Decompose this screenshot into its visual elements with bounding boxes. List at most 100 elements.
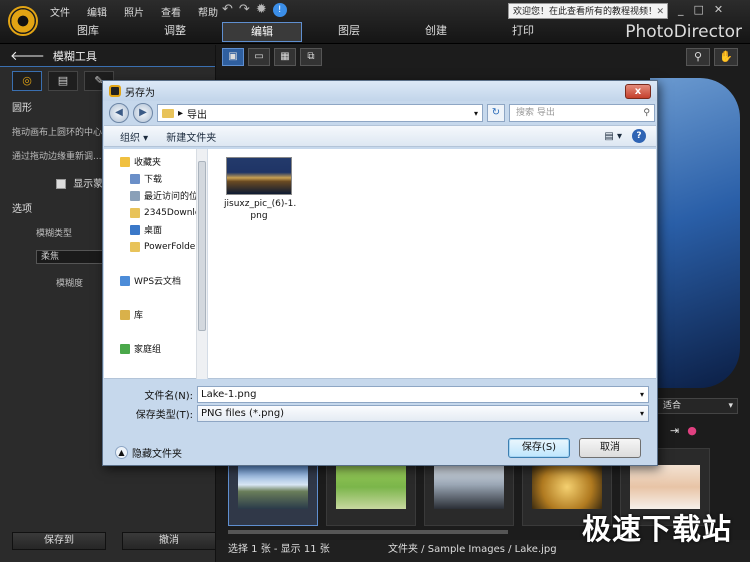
undo-icon[interactable]: ↶ — [222, 2, 233, 17]
redo-icon[interactable]: ↷ — [239, 2, 250, 17]
lake-photo — [238, 465, 308, 509]
hand-tool-icon[interactable]: ✋ — [714, 48, 738, 66]
filmstrip-tools: ⇥ ● — [670, 424, 697, 437]
site-watermark: 极速下载站 — [581, 512, 732, 546]
color-label-icon[interactable]: ● — [687, 424, 697, 437]
blur-type-select[interactable]: 柔焦 — [36, 250, 106, 264]
window-controls: _ □ ✕ — [678, 3, 723, 16]
notification-icon[interactable]: ! — [272, 2, 287, 17]
single-view-icon[interactable]: ▣ — [222, 48, 244, 66]
chevron-down-icon[interactable]: ▾ — [640, 406, 644, 421]
desktop-icon — [130, 224, 140, 235]
nav-item[interactable]: 下载 — [104, 170, 207, 187]
filmstrip-scrollbar[interactable] — [228, 530, 508, 534]
filename-label: 文件名(N): — [144, 390, 193, 402]
chevron-down-icon[interactable]: ▾ — [474, 109, 478, 118]
minimize-button[interactable]: _ — [678, 3, 684, 16]
tab-create[interactable]: 创建 — [396, 22, 476, 42]
nav-item-label: WPS云文档 — [134, 277, 182, 287]
nav-item[interactable]: 2345Downlo — [104, 204, 207, 221]
nav-item[interactable]: WPS云文档 — [104, 272, 207, 289]
dialog-close-button[interactable]: x — [625, 84, 651, 99]
chevron-down-icon: ▾ — [728, 401, 733, 411]
new-folder-button[interactable]: 新建文件夹 — [166, 129, 216, 144]
help-icon[interactable]: ? — [632, 129, 646, 143]
address-row: ◀ ▶ ▸ 导出 ▾ ↻ 搜索 导出 ⚲ — [103, 101, 657, 125]
app-icon — [109, 85, 121, 97]
photodirector-logo-icon — [8, 6, 38, 36]
organize-button[interactable]: 组织 ▾ — [120, 129, 148, 144]
scroll-thumb[interactable] — [198, 161, 206, 331]
zoom-tools: ⚲ ✋ — [686, 48, 738, 66]
nav-scrollbar[interactable] — [196, 149, 207, 379]
export-icon[interactable]: ⇥ — [670, 424, 679, 437]
tab-layers[interactable]: 图层 — [309, 22, 389, 42]
filetype-select[interactable]: PNG files (*.png) ▾ — [197, 404, 649, 422]
nav-item-label: 下载 — [144, 175, 163, 185]
grid-view-icon[interactable]: ▦ — [274, 48, 296, 66]
tab-adjust[interactable]: 调整 — [135, 22, 215, 42]
screen-view-icon[interactable]: ⧉ — [300, 48, 322, 66]
cloud-icon — [120, 275, 130, 286]
folder-icon — [130, 241, 140, 252]
zoom-icon[interactable]: ⚲ — [686, 48, 710, 66]
welcome-banner[interactable]: 欢迎您！在此查看所有的教程视频！ ✕ — [508, 3, 668, 19]
photo-preview[interactable] — [650, 78, 740, 388]
menu-edit[interactable]: 编辑 — [87, 4, 107, 19]
beach-photo — [434, 465, 504, 509]
tab-library[interactable]: 图库 — [48, 22, 128, 42]
back-icon[interactable]: ◀ — [109, 103, 129, 123]
filetype-label: 保存类型(T): — [135, 409, 193, 421]
address-bar[interactable]: ▸ 导出 ▾ — [157, 104, 483, 122]
file-path: 文件夹 / Sample Images / Lake.jpg — [388, 544, 557, 555]
tab-print[interactable]: 打印 — [483, 22, 563, 42]
menu-file[interactable]: 文件 — [50, 4, 70, 19]
file-name: jisuxz_pic_(6)-1. — [224, 199, 297, 209]
chevron-down-icon[interactable]: ▾ — [640, 387, 644, 402]
welcome-text: 欢迎您！在此查看所有的教程视频！ — [513, 7, 658, 17]
tab-edit[interactable]: 编辑 — [222, 22, 302, 42]
menu-view[interactable]: 查看 — [161, 4, 181, 19]
nav-item[interactable]: 桌面 — [104, 221, 207, 238]
cancel-button[interactable]: 取消 — [579, 438, 641, 458]
nav-item[interactable]: 库 — [104, 306, 207, 323]
radial-blur-tab-icon[interactable]: ◎ — [12, 71, 42, 91]
cancel-edit-button[interactable]: 撤消 — [122, 532, 216, 550]
search-input[interactable]: 搜索 导出 ⚲ — [509, 104, 655, 122]
menu-help[interactable]: 帮助 — [198, 4, 218, 19]
view-options-icon[interactable]: ▤ ▾ — [604, 131, 622, 142]
compare-view-icon[interactable]: ▭ — [248, 48, 270, 66]
search-placeholder: 搜索 导出 — [516, 108, 555, 118]
save-to-button[interactable]: 保存到 — [12, 532, 106, 550]
hide-folders-toggle[interactable]: ▲ 隐藏文件夹 — [115, 445, 182, 460]
nav-item[interactable]: 收藏夹 — [104, 153, 207, 170]
save-button[interactable]: 保存(S) — [508, 438, 570, 458]
nav-item[interactable]: PowerFolde — [104, 238, 207, 255]
close-icon[interactable]: ✕ — [656, 4, 664, 20]
fit-label: 适合 — [663, 401, 682, 411]
file-item[interactable]: jisuxz_pic_(6)-1. png — [224, 157, 297, 222]
nav-item-label: 库 — [134, 311, 144, 321]
nav-item-label: 家庭组 — [134, 345, 162, 355]
view-controls: ▤ ▾ ? — [604, 129, 646, 143]
command-bar: 组织 ▾ 新建文件夹 ▤ ▾ ? — [104, 125, 656, 147]
menu-photo[interactable]: 照片 — [124, 4, 144, 19]
zoom-fit-select[interactable]: 适合 ▾ — [656, 398, 738, 414]
maximize-button[interactable]: □ — [694, 3, 704, 16]
linear-blur-tab-icon[interactable]: ▤ — [48, 71, 78, 91]
nav-item[interactable]: 最近访问的位 — [104, 187, 207, 204]
homegroup-icon — [120, 343, 130, 354]
nav-item[interactable]: 家庭组 — [104, 340, 207, 357]
panel-header: 🡐 模糊工具 — [0, 45, 215, 67]
filename-input[interactable]: Lake-1.png ▾ — [197, 385, 649, 403]
back-arrow-icon[interactable]: 🡐 — [10, 48, 45, 64]
filetype-value: PNG files (*.png) — [201, 407, 285, 419]
window-close-button[interactable]: ✕ — [714, 3, 723, 16]
nav-item-label: 桌面 — [144, 226, 163, 236]
star-icon — [120, 156, 130, 167]
forward-icon[interactable]: ▶ — [133, 103, 153, 123]
refresh-icon[interactable]: ↻ — [487, 104, 505, 122]
portrait-photo — [630, 465, 700, 509]
settings-gear-icon[interactable]: ✹ — [256, 2, 267, 17]
